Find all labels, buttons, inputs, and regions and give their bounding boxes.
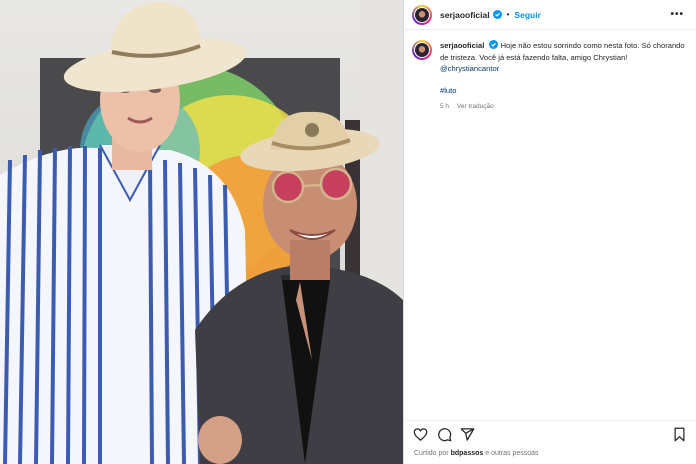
caption-text: serjaooficial Hoje não estou sorrindo co… bbox=[440, 40, 687, 113]
photo-illustration bbox=[0, 0, 403, 464]
caption-meta: 5 h Ver tradução bbox=[440, 101, 687, 113]
comment-icon[interactable] bbox=[437, 427, 452, 442]
post-header: serjaooficial • Seguir ••• bbox=[404, 0, 696, 30]
action-bar bbox=[404, 420, 696, 446]
caption-avatar[interactable] bbox=[412, 40, 432, 60]
bookmark-icon[interactable] bbox=[672, 427, 687, 442]
heart-icon[interactable] bbox=[413, 427, 428, 442]
likes-suffix[interactable]: e outras pessoas bbox=[485, 450, 538, 457]
likes-prefix: Curtido por bbox=[414, 450, 449, 457]
follow-button[interactable]: Seguir bbox=[514, 10, 540, 20]
send-icon[interactable] bbox=[460, 427, 475, 442]
post-sidebar: serjaooficial • Seguir ••• serjaooficial… bbox=[403, 0, 696, 464]
verified-badge-icon bbox=[492, 10, 502, 19]
likes-user[interactable]: bdpassos bbox=[451, 450, 484, 457]
verified-badge-icon bbox=[489, 40, 499, 49]
more-options-icon[interactable]: ••• bbox=[670, 9, 684, 20]
header-username[interactable]: serjaooficial bbox=[440, 10, 490, 20]
avatar[interactable] bbox=[412, 4, 432, 25]
translate-link[interactable]: Ver tradução bbox=[457, 103, 494, 110]
header-separator: • bbox=[506, 10, 510, 19]
hashtag-link[interactable]: #luto bbox=[440, 85, 687, 97]
post-time: 5 h bbox=[440, 103, 450, 110]
caption-username[interactable]: serjaooficial bbox=[440, 41, 484, 50]
likes-summary: Curtido por bdpassos e outras pessoas bbox=[414, 450, 539, 457]
mention-link[interactable]: @chrystiancantor bbox=[440, 63, 687, 75]
caption: serjaooficial Hoje não estou sorrindo co… bbox=[412, 40, 687, 113]
post-photo[interactable] bbox=[0, 0, 403, 464]
